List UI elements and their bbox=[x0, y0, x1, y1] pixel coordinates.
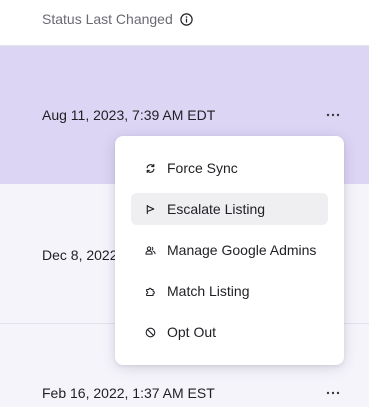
status-changed-date: Aug 11, 2023, 7:39 AM EDT bbox=[42, 107, 216, 123]
menu-item-label: Manage Google Admins bbox=[167, 242, 317, 258]
ellipsis-icon bbox=[326, 113, 340, 117]
row-actions-menu: Force Sync Escalate Listing Manage Googl… bbox=[115, 136, 344, 365]
status-changed-date: Dec 8, 2022 bbox=[42, 247, 118, 263]
flag-icon bbox=[144, 203, 156, 215]
column-header-status-last-changed: Status Last Changed bbox=[42, 11, 173, 27]
ellipsis-icon bbox=[326, 391, 340, 395]
users-icon bbox=[144, 244, 156, 256]
menu-item-force-sync[interactable]: Force Sync bbox=[131, 152, 328, 184]
sync-icon bbox=[144, 162, 156, 174]
table-header: Status Last Changed bbox=[0, 0, 369, 46]
menu-item-label: Match Listing bbox=[167, 283, 250, 299]
menu-item-label: Escalate Listing bbox=[167, 201, 266, 217]
puzzle-icon bbox=[144, 285, 156, 297]
row-actions-button[interactable] bbox=[322, 384, 344, 402]
menu-item-label: Opt Out bbox=[167, 324, 217, 340]
menu-item-label: Force Sync bbox=[167, 160, 238, 176]
status-panel: Status Last Changed Aug 11, 2023, 7:39 A… bbox=[0, 0, 369, 407]
menu-item-escalate-listing[interactable]: Escalate Listing bbox=[131, 193, 328, 225]
info-icon[interactable] bbox=[180, 13, 193, 26]
row-actions-button[interactable] bbox=[322, 106, 344, 124]
status-changed-date: Feb 16, 2022, 1:37 AM EST bbox=[42, 385, 215, 401]
menu-item-match-listing[interactable]: Match Listing bbox=[131, 275, 328, 307]
block-icon bbox=[144, 326, 156, 338]
menu-item-opt-out[interactable]: Opt Out bbox=[131, 316, 328, 348]
menu-item-manage-google-admins[interactable]: Manage Google Admins bbox=[131, 234, 328, 266]
